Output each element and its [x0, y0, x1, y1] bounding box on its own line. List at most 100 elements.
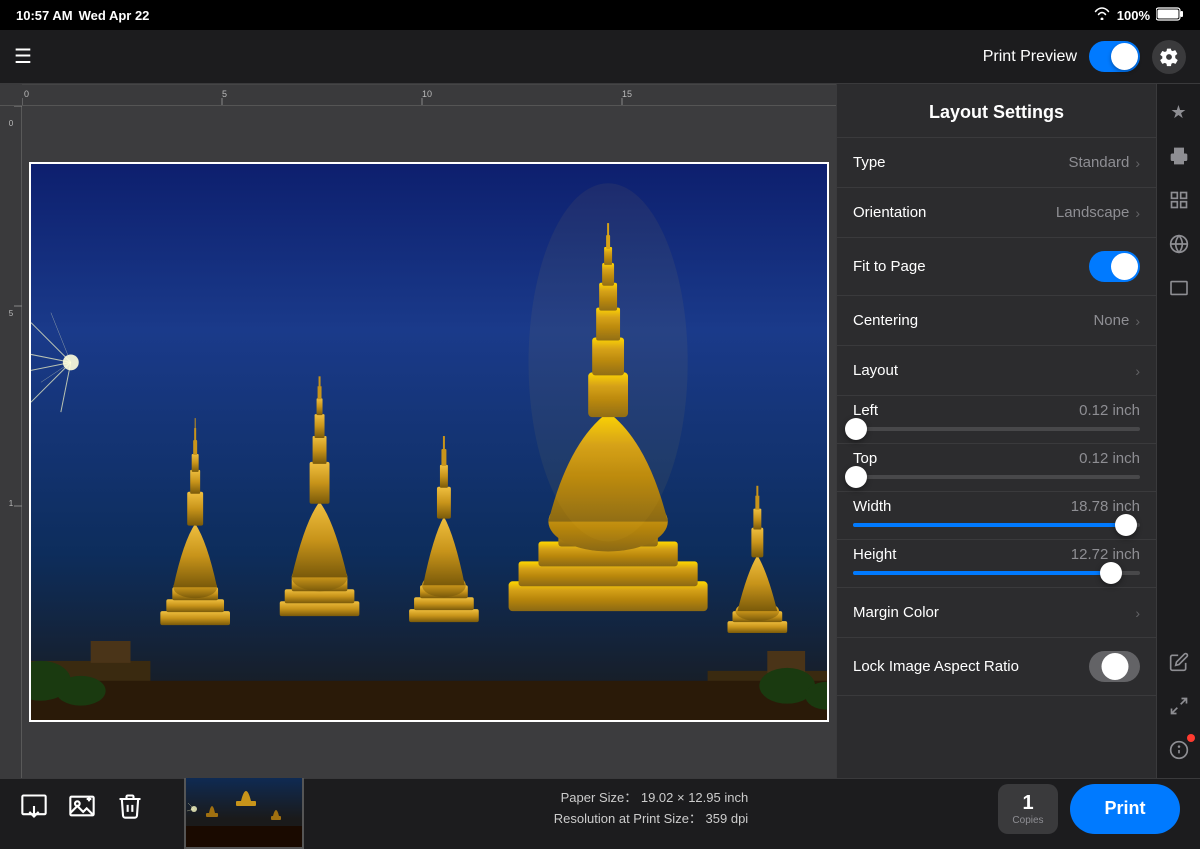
status-bar: 10:57 AM Wed Apr 22 100% — [0, 0, 1200, 30]
width-label: Width — [853, 498, 891, 515]
add-photo-button[interactable] — [68, 792, 96, 826]
copies-label: Copies — [1012, 815, 1043, 826]
svg-text:15: 15 — [622, 89, 632, 99]
layout-row[interactable]: Layout › — [837, 346, 1156, 396]
settings-button[interactable] — [1152, 40, 1186, 74]
left-slider-track[interactable] — [853, 427, 1140, 431]
height-slider-row: Height 12.72 inch — [837, 540, 1156, 588]
top-slider-thumb — [845, 466, 867, 488]
main-area: 0 5 10 15 0 5 1 — [0, 84, 1200, 778]
width-slider-track[interactable] — [853, 523, 1140, 527]
fit-to-page-label: Fit to Page — [853, 258, 926, 275]
top-slider-row: Top 0.12 inch — [837, 444, 1156, 492]
info-icon[interactable] — [1161, 732, 1197, 768]
paper-size-label: Paper Size： — [561, 790, 638, 805]
centering-row[interactable]: Centering None › — [837, 296, 1156, 346]
pencil-icon[interactable] — [1161, 644, 1197, 680]
status-left: 10:57 AM Wed Apr 22 — [16, 8, 149, 23]
right-panel: Layout Settings Type Standard › Orientat… — [836, 84, 1156, 778]
margin-color-value: › — [1135, 605, 1140, 621]
icons-sidebar: ★ — [1156, 84, 1200, 778]
svg-text:10: 10 — [422, 89, 432, 99]
width-value: 18.78 inch — [1071, 498, 1140, 515]
fit-toggle-knob — [1111, 253, 1138, 280]
orientation-label: Orientation — [853, 204, 926, 221]
resolution-label: Resolution at Print Size： — [554, 811, 702, 826]
print-button[interactable]: Print — [1070, 784, 1180, 834]
photo-frame — [29, 162, 829, 722]
lock-aspect-row: Lock Image Aspect Ratio — [837, 638, 1156, 696]
paper-info: Paper Size： 19.02 × 12.95 inch Resolutio… — [554, 788, 748, 830]
width-slider-row: Width 18.78 inch — [837, 492, 1156, 540]
type-chevron: › — [1135, 155, 1140, 171]
svg-text:0: 0 — [24, 89, 29, 99]
print-preview-toggle[interactable] — [1089, 41, 1140, 72]
svg-text:5: 5 — [9, 309, 14, 318]
toolbar: ☰ Print Preview — [0, 30, 1200, 84]
globe-icon[interactable] — [1161, 226, 1197, 262]
bottom-left — [20, 769, 304, 849]
resolution-line: Resolution at Print Size： 359 dpi — [554, 809, 748, 830]
top-slider-track[interactable] — [853, 475, 1140, 479]
import-button[interactable] — [20, 792, 48, 826]
lock-aspect-label: Lock Image Aspect Ratio — [853, 658, 1019, 675]
paper-size-value: 19.02 × 12.95 inch — [641, 790, 748, 805]
fit-to-page-toggle[interactable] — [1089, 251, 1140, 282]
wifi-icon — [1093, 7, 1111, 23]
time-display: 10:57 AM — [16, 8, 73, 23]
paper-size-line: Paper Size： 19.02 × 12.95 inch — [554, 788, 748, 809]
copies-box[interactable]: 1 Copies — [998, 784, 1058, 834]
battery-icon — [1156, 7, 1184, 24]
toggle-knob — [1111, 43, 1138, 70]
height-slider-fill — [853, 571, 1111, 575]
margin-color-row[interactable]: Margin Color › — [837, 588, 1156, 638]
width-slider-thumb — [1115, 514, 1137, 536]
grid-icon[interactable] — [1161, 182, 1197, 218]
lock-aspect-toggle[interactable] — [1089, 651, 1140, 682]
ruler-top: 0 5 10 15 — [0, 84, 836, 106]
print-preview-label: Print Preview — [983, 48, 1077, 66]
print-controls: 1 Copies Print — [998, 784, 1180, 834]
copies-number: 1 — [1022, 792, 1033, 815]
menu-button[interactable]: ☰ — [14, 44, 32, 69]
margin-color-label: Margin Color — [853, 604, 939, 621]
image-thumbnail[interactable] — [184, 769, 304, 849]
fit-to-page-row: Fit to Page — [837, 238, 1156, 296]
top-value: 0.12 inch — [1079, 450, 1140, 467]
rect-icon[interactable] — [1161, 270, 1197, 306]
orientation-chevron: › — [1135, 205, 1140, 221]
left-slider-header: Left 0.12 inch — [853, 402, 1140, 419]
orientation-row[interactable]: Orientation Landscape › — [837, 188, 1156, 238]
toolbar-right: Print Preview — [983, 40, 1186, 74]
left-slider-row: Left 0.12 inch — [837, 396, 1156, 444]
type-row[interactable]: Type Standard › — [837, 138, 1156, 188]
resolution-value: 359 dpi — [706, 811, 749, 826]
toolbar-left: ☰ — [14, 44, 32, 69]
status-right: 100% — [1093, 7, 1184, 24]
panel-title: Layout Settings — [837, 84, 1156, 138]
width-slider-header: Width 18.78 inch — [853, 498, 1140, 515]
ruler-left: 0 5 1 — [0, 106, 22, 778]
panel-body: Type Standard › Orientation Landscape › … — [837, 138, 1156, 778]
svg-text:5: 5 — [222, 89, 227, 99]
star-icon[interactable]: ★ — [1161, 94, 1197, 130]
centering-label: Centering — [853, 312, 918, 329]
left-value: 0.12 inch — [1079, 402, 1140, 419]
printer-icon[interactable] — [1161, 138, 1197, 174]
canvas-area[interactable]: 0 5 10 15 0 5 1 — [0, 84, 836, 778]
battery-display: 100% — [1117, 8, 1150, 23]
height-slider-thumb — [1100, 562, 1122, 584]
type-value: Standard › — [1068, 154, 1140, 171]
margin-color-chevron: › — [1135, 605, 1140, 621]
delete-button[interactable] — [116, 792, 144, 826]
photo-canvas[interactable] — [22, 106, 836, 778]
date-display: Wed Apr 22 — [79, 8, 150, 23]
centering-chevron: › — [1135, 313, 1140, 329]
lock-toggle-knob — [1101, 653, 1128, 680]
height-slider-track[interactable] — [853, 571, 1140, 575]
height-label: Height — [853, 546, 896, 563]
svg-text:1: 1 — [9, 499, 14, 508]
expand-icon[interactable] — [1161, 688, 1197, 724]
left-slider-thumb — [845, 418, 867, 440]
centering-value: None › — [1093, 312, 1140, 329]
